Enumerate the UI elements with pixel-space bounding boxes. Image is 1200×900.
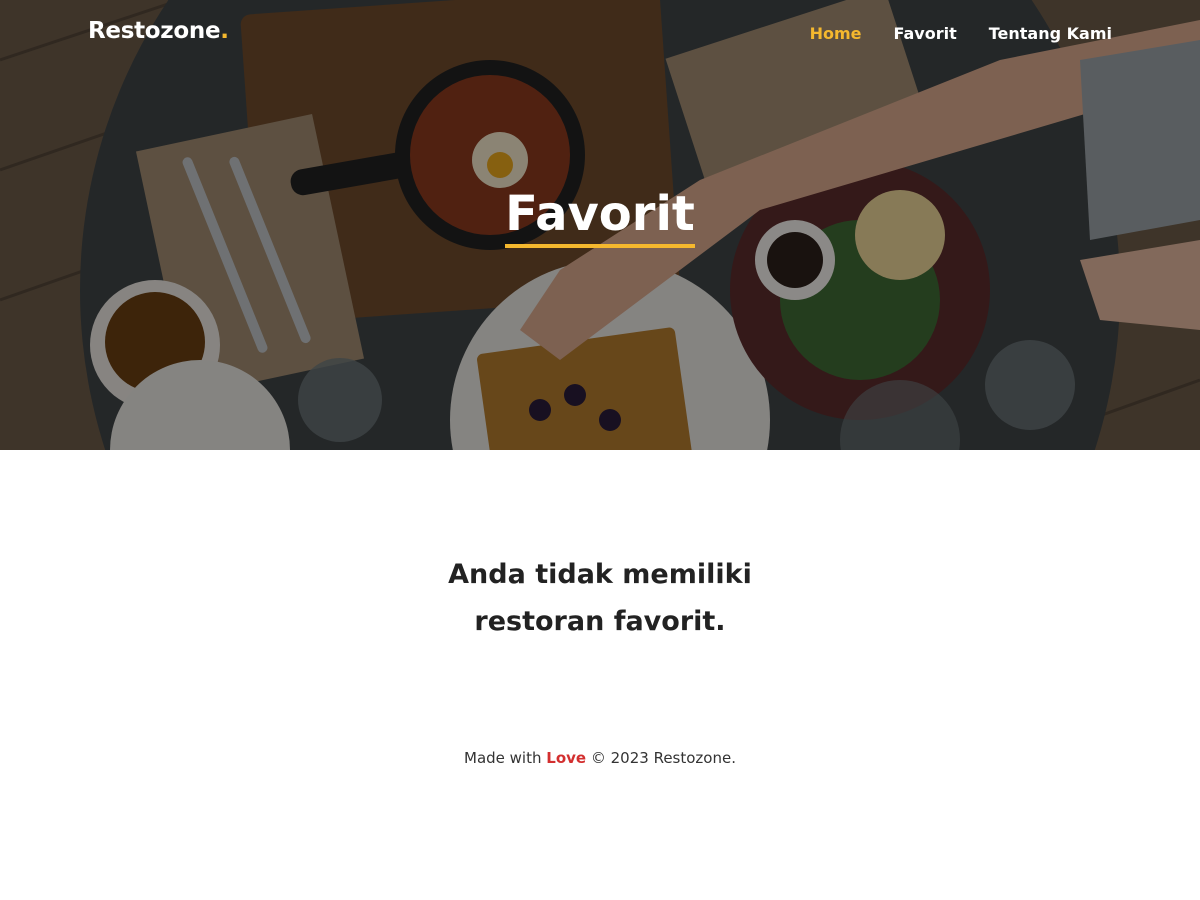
brand-dot: . (220, 18, 229, 44)
hero-title-wrap: Favorit (0, 186, 1200, 248)
empty-message-line-1: Anda tidak memiliki (448, 559, 752, 590)
site-footer: Made with Love © 2023 Restozone. (0, 749, 1200, 767)
brand-logo[interactable]: Restozone. (88, 18, 229, 44)
main-nav: Home Favorit Tentang Kami (810, 24, 1112, 43)
site-header: Restozone. Home Favorit Tentang Kami (0, 0, 1200, 70)
nav-tentang-kami[interactable]: Tentang Kami (989, 24, 1112, 43)
footer-love: Love (546, 749, 587, 767)
nav-home[interactable]: Home (810, 24, 862, 43)
nav-favorit[interactable]: Favorit (894, 24, 957, 43)
empty-message-line-2: restoran favorit. (474, 606, 726, 637)
brand-name: Restozone (88, 18, 221, 44)
page-title: Favorit (505, 186, 695, 248)
footer-copyright: © 2023 Restozone. (590, 749, 736, 767)
footer-made-with: Made with (464, 749, 542, 767)
empty-favorites-message: Anda tidak memiliki restoran favorit. (300, 551, 900, 645)
